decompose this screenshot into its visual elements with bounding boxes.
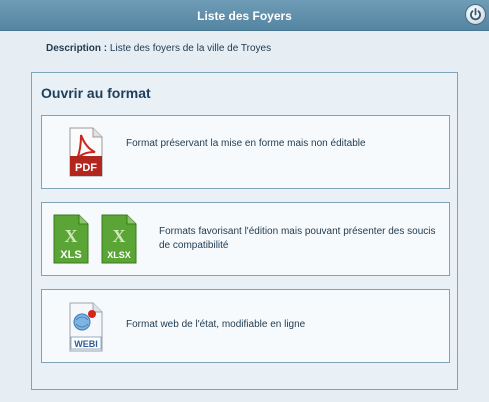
xls-icon: X XLS xyxy=(53,214,89,267)
pdf-icon: PDF xyxy=(68,127,104,180)
svg-text:X: X xyxy=(113,226,126,246)
excel-option-text: Formats favorisant l'édition mais pouvan… xyxy=(159,226,436,251)
xlsx-icon: X XLSX xyxy=(101,214,137,267)
webi-icon-text: WEBI xyxy=(74,339,98,349)
webi-option-text: Format web de l'état, modifiable en lign… xyxy=(126,319,306,330)
pdf-icon-text: PDF xyxy=(75,162,97,174)
pdf-option-text: Format préservant la mise en forme mais … xyxy=(126,138,366,149)
description: Description : Liste des foyers de la vil… xyxy=(46,43,271,54)
xlsx-icon-text: XLSX xyxy=(107,250,131,260)
excel-option[interactable]: X XLS X XLSX Formats favorisant l'éditio… xyxy=(41,202,450,276)
power-icon[interactable] xyxy=(466,5,485,24)
description-label: Description : xyxy=(46,43,108,54)
webi-option[interactable]: WEBI Format web de l'état, modifiable en… xyxy=(41,289,450,363)
xls-icon-text: XLS xyxy=(60,249,81,261)
panel-title: Ouvrir au format xyxy=(41,85,151,101)
pdf-option[interactable]: PDF Format préservant la mise en forme m… xyxy=(41,115,450,189)
open-format-panel: Ouvrir au format PDF Format préservant l… xyxy=(31,72,458,390)
window-title: Liste des Foyers xyxy=(197,9,292,23)
svg-text:X: X xyxy=(65,226,78,246)
webi-icon: WEBI xyxy=(68,302,104,355)
description-value: Liste des foyers de la ville de Troyes xyxy=(109,43,272,54)
title-bar: Liste des Foyers xyxy=(0,0,489,31)
